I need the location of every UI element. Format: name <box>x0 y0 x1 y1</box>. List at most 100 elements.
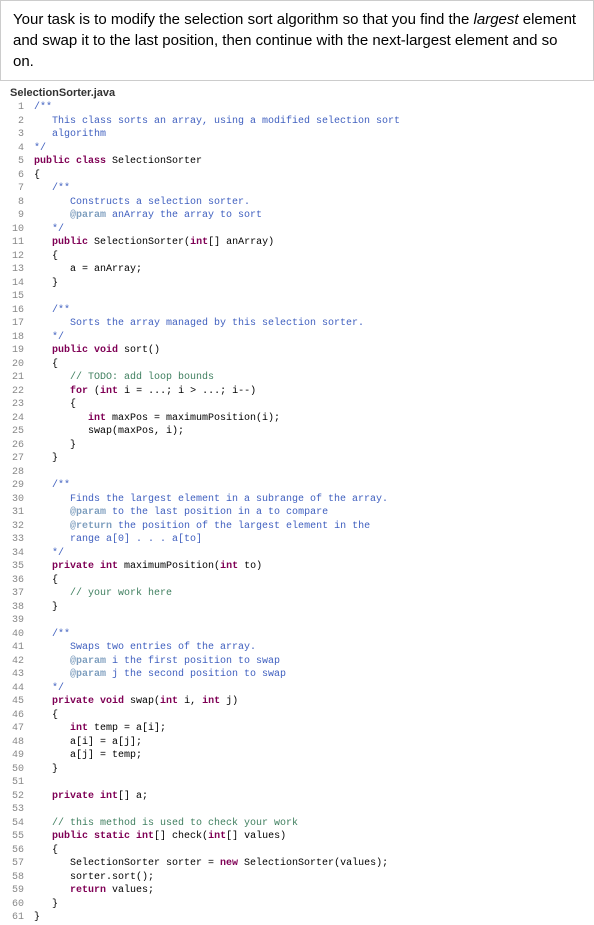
code-line[interactable]: 37 // your work here <box>4 587 590 601</box>
code-line[interactable]: 12 { <box>4 250 590 264</box>
line-content[interactable]: { <box>34 169 590 183</box>
code-line[interactable]: 33 range a[0] . . . a[to] <box>4 533 590 547</box>
code-line[interactable]: 49 a[j] = temp; <box>4 749 590 763</box>
line-content[interactable]: } <box>34 898 590 912</box>
line-content[interactable]: { <box>34 844 590 858</box>
code-line[interactable]: 48 a[i] = a[j]; <box>4 736 590 750</box>
line-content[interactable]: int maxPos = maximumPosition(i); <box>34 412 590 426</box>
line-content[interactable]: /** <box>34 182 590 196</box>
code-line[interactable]: 7 /** <box>4 182 590 196</box>
code-line[interactable]: 61} <box>4 911 590 925</box>
line-content[interactable]: @param j the second position to swap <box>34 668 590 682</box>
line-content[interactable]: public class SelectionSorter <box>34 155 590 169</box>
line-content[interactable]: } <box>34 452 590 466</box>
line-content[interactable]: { <box>34 709 590 723</box>
line-content[interactable]: for (int i = ...; i > ...; i--) <box>34 385 590 399</box>
line-content[interactable]: */ <box>34 547 590 561</box>
code-line[interactable]: 46 { <box>4 709 590 723</box>
line-content[interactable]: { <box>34 358 590 372</box>
line-content[interactable]: a = anArray; <box>34 263 590 277</box>
code-line[interactable]: 30 Finds the largest element in a subran… <box>4 493 590 507</box>
code-line[interactable]: 10 */ <box>4 223 590 237</box>
code-line[interactable]: 39 <box>4 614 590 628</box>
line-content[interactable]: */ <box>34 223 590 237</box>
line-content[interactable]: /** <box>34 304 590 318</box>
code-line[interactable]: 4*/ <box>4 142 590 156</box>
code-line[interactable]: 15 <box>4 290 590 304</box>
line-content[interactable]: return values; <box>34 884 590 898</box>
line-content[interactable]: @param to the last position in a to comp… <box>34 506 590 520</box>
code-line[interactable]: 25 swap(maxPos, i); <box>4 425 590 439</box>
code-line[interactable]: 60 } <box>4 898 590 912</box>
code-line[interactable]: 50 } <box>4 763 590 777</box>
code-line[interactable]: 51 <box>4 776 590 790</box>
line-content[interactable]: { <box>34 574 590 588</box>
code-line[interactable]: 29 /** <box>4 479 590 493</box>
code-line[interactable]: 26 } <box>4 439 590 453</box>
line-content[interactable]: */ <box>34 142 590 156</box>
line-content[interactable]: // your work here <box>34 587 590 601</box>
code-line[interactable]: 56 { <box>4 844 590 858</box>
line-content[interactable]: /** <box>34 101 590 115</box>
code-line[interactable]: 21 // TODO: add loop bounds <box>4 371 590 385</box>
line-content[interactable]: This class sorts an array, using a modif… <box>34 115 590 129</box>
code-line[interactable]: 17 Sorts the array managed by this selec… <box>4 317 590 331</box>
line-content[interactable]: } <box>34 601 590 615</box>
code-line[interactable]: 2 This class sorts an array, using a mod… <box>4 115 590 129</box>
code-line[interactable]: 9 @param anArray the array to sort <box>4 209 590 223</box>
line-content[interactable]: a[i] = a[j]; <box>34 736 590 750</box>
code-line[interactable]: 18 */ <box>4 331 590 345</box>
line-content[interactable]: Constructs a selection sorter. <box>34 196 590 210</box>
line-content[interactable]: Swaps two entries of the array. <box>34 641 590 655</box>
line-content[interactable]: Sorts the array managed by this selectio… <box>34 317 590 331</box>
line-content[interactable]: // this method is used to check your wor… <box>34 817 590 831</box>
line-content[interactable]: public static int[] check(int[] values) <box>34 830 590 844</box>
line-content[interactable]: swap(maxPos, i); <box>34 425 590 439</box>
line-content[interactable]: } <box>34 277 590 291</box>
code-line[interactable]: 59 return values; <box>4 884 590 898</box>
code-line[interactable]: 53 <box>4 803 590 817</box>
line-content[interactable] <box>34 466 590 480</box>
code-line[interactable]: 45 private void swap(int i, int j) <box>4 695 590 709</box>
line-content[interactable]: Finds the largest element in a subrange … <box>34 493 590 507</box>
code-line[interactable]: 31 @param to the last position in a to c… <box>4 506 590 520</box>
line-content[interactable]: int temp = a[i]; <box>34 722 590 736</box>
line-content[interactable] <box>34 614 590 628</box>
code-editor[interactable]: 1/**2 This class sorts an array, using a… <box>0 101 594 925</box>
line-content[interactable]: private int[] a; <box>34 790 590 804</box>
code-line[interactable]: 20 { <box>4 358 590 372</box>
code-line[interactable]: 36 { <box>4 574 590 588</box>
line-content[interactable] <box>34 290 590 304</box>
code-line[interactable]: 47 int temp = a[i]; <box>4 722 590 736</box>
line-content[interactable]: sorter.sort(); <box>34 871 590 885</box>
code-line[interactable]: 44 */ <box>4 682 590 696</box>
line-content[interactable]: /** <box>34 479 590 493</box>
line-content[interactable]: @return the position of the largest elem… <box>34 520 590 534</box>
code-line[interactable]: 5public class SelectionSorter <box>4 155 590 169</box>
line-content[interactable]: } <box>34 763 590 777</box>
code-line[interactable]: 22 for (int i = ...; i > ...; i--) <box>4 385 590 399</box>
code-line[interactable]: 38 } <box>4 601 590 615</box>
code-line[interactable]: 55 public static int[] check(int[] value… <box>4 830 590 844</box>
code-line[interactable]: 58 sorter.sort(); <box>4 871 590 885</box>
line-content[interactable]: /** <box>34 628 590 642</box>
code-line[interactable]: 32 @return the position of the largest e… <box>4 520 590 534</box>
line-content[interactable]: public SelectionSorter(int[] anArray) <box>34 236 590 250</box>
code-line[interactable]: 1/** <box>4 101 590 115</box>
code-line[interactable]: 34 */ <box>4 547 590 561</box>
code-line[interactable]: 52 private int[] a; <box>4 790 590 804</box>
line-content[interactable]: algorithm <box>34 128 590 142</box>
line-content[interactable]: */ <box>34 331 590 345</box>
code-line[interactable]: 14 } <box>4 277 590 291</box>
line-content[interactable]: a[j] = temp; <box>34 749 590 763</box>
code-line[interactable]: 16 /** <box>4 304 590 318</box>
code-line[interactable]: 3 algorithm <box>4 128 590 142</box>
code-line[interactable]: 27 } <box>4 452 590 466</box>
line-content[interactable]: public void sort() <box>34 344 590 358</box>
code-line[interactable]: 54 // this method is used to check your … <box>4 817 590 831</box>
code-line[interactable]: 41 Swaps two entries of the array. <box>4 641 590 655</box>
code-line[interactable]: 23 { <box>4 398 590 412</box>
line-content[interactable]: */ <box>34 682 590 696</box>
line-content[interactable]: // TODO: add loop bounds <box>34 371 590 385</box>
line-content[interactable]: { <box>34 250 590 264</box>
